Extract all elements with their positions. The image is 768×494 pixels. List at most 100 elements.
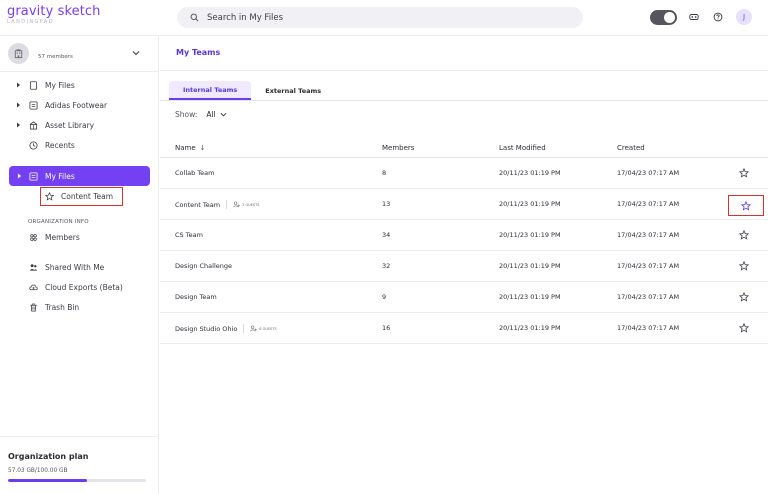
column-header-created[interactable]: Created [617,144,645,152]
sidebar-item-label: Content Team [61,192,114,201]
table-row[interactable]: Collab Team 8 20/11/23 01:19 PM 17/04/23 07… [160,158,768,189]
members-cell: 34 [382,231,391,239]
favorite-star-icon[interactable] [738,291,750,303]
sidebar-item-members[interactable]: Members [0,228,158,246]
members-cell: 13 [382,200,391,208]
chevron-down-icon[interactable] [132,49,140,57]
divider [160,100,768,101]
sidebar: 57 members My Files Adidas Footwear Asse… [0,36,159,494]
team-name: Design Studio Ohio [175,324,238,333]
team-name-cell[interactable]: Design Team [175,293,217,301]
created-cell: 17/04/23 07:17 AM [617,262,680,270]
app-logo[interactable]: gravity sketch LANDINGPAD [7,4,101,26]
sidebar-item-adidas-footwear[interactable]: Adidas Footwear [0,96,158,114]
sidebar-item-my-files[interactable]: My Files [0,76,158,94]
favorite-star-icon[interactable] [738,260,750,272]
tab-external-teams[interactable]: External Teams [251,81,335,100]
cloud-icon [29,283,38,292]
logo-subtitle: LANDINGPAD [7,19,54,25]
table-row[interactable]: CS Team 34 20/11/23 01:19 PM 17/04/23 07:17… [160,220,768,251]
members-icon [29,233,38,242]
storage-progress-fill [8,479,87,482]
org-members-count: 57 members [38,53,73,60]
plan-usage: 57.03 GB/100.00 GB [8,468,68,474]
team-name-cell[interactable]: Content Team 3 GUESTS [175,200,260,209]
team-name: Content Team [175,200,221,209]
last-modified-cell: 20/11/23 01:19 PM [499,200,561,208]
sidebar-item-shared-with-me[interactable]: Shared With Me [0,258,158,276]
help-icon[interactable] [711,10,725,24]
caret-right-icon[interactable] [16,122,21,128]
storage-progress-bar [8,479,146,482]
team-name-cell[interactable]: Design Challenge [175,262,232,270]
favorite-star-icon[interactable] [738,322,750,334]
team-name: CS Team [175,231,203,239]
favorite-star-icon[interactable] [728,195,764,216]
sidebar-item-cloud-exports[interactable]: Cloud Exports (Beta) [0,278,158,296]
vr-headset-icon[interactable] [687,10,701,24]
sidebar-item-label: Adidas Footwear [45,100,108,110]
team-files-icon [29,171,38,181]
sidebar-item-label: Asset Library [45,120,95,130]
sidebar-item-label: Members [45,232,80,242]
table-row[interactable]: Design Challenge 32 20/11/23 01:19 PM 17/04… [160,251,768,282]
table-row[interactable]: Design Team 9 20/11/23 01:19 PM 17/04/23 07… [160,282,768,313]
tab-internal-teams[interactable]: Internal Teams [169,81,252,100]
team-name-cell[interactable]: Collab Team [175,169,214,177]
shared-icon [29,263,38,272]
table-row[interactable]: Content Team 3 GUESTS 13 20/11/23 01:19 PM 1… [160,189,768,220]
divider [160,70,768,71]
sidebar-item-label: Cloud Exports (Beta) [45,282,123,292]
search-icon [190,13,199,22]
column-header-name[interactable]: Name ↓ [175,144,206,152]
team-name: Collab Team [175,169,215,177]
org-selector[interactable]: 57 members [0,36,158,72]
caret-right-icon[interactable] [17,173,22,179]
favorite-star-icon[interactable] [738,167,750,179]
separator [226,200,228,209]
sidebar-item-trash-bin[interactable]: Trash Bin [0,298,158,316]
sidebar-item-label: My Files [45,80,75,90]
caret-right-icon[interactable] [16,102,21,108]
last-modified-cell: 20/11/23 01:19 PM [499,324,561,332]
sidebar-item-recents[interactable]: Recents [0,136,158,154]
breadcrumb[interactable]: My Teams [176,48,220,57]
created-cell: 17/04/23 07:17 AM [617,293,680,301]
sidebar-item-label: Shared With Me [45,262,105,272]
sidebar-item-content-team[interactable]: Content Team [40,187,123,206]
sidebar-item-my-files-active[interactable]: My Files [9,166,150,186]
created-cell: 17/04/23 07:17 AM [617,169,680,177]
table-row[interactable]: Design Studio Ohio 6 GUESTS 16 20/11/23 01:… [160,313,768,344]
members-cell: 16 [382,324,391,332]
sort-down-icon[interactable]: ↓ [200,144,206,152]
team-name-cell[interactable]: Design Studio Ohio 6 GUESTS [175,324,277,333]
organization-plan: Organization plan 57.03 GB/100.00 GB [0,436,158,494]
sidebar-item-label: My Files [45,171,75,181]
members-cell: 9 [382,293,387,301]
sidebar-item-asset-library[interactable]: Asset Library [0,116,158,134]
caret-right-icon[interactable] [16,82,21,88]
theme-toggle[interactable] [650,10,677,25]
user-avatar[interactable]: J [736,9,752,25]
column-header-members[interactable]: Members [382,144,414,152]
guest-count-badge: 6 GUESTS [250,325,277,332]
team-name-cell[interactable]: CS Team [175,231,203,239]
team-name: Design Challenge [175,262,233,270]
created-cell: 17/04/23 07:17 AM [617,231,680,239]
library-icon [29,120,38,130]
last-modified-cell: 20/11/23 01:19 PM [499,262,561,270]
search-input[interactable] [207,12,547,23]
members-cell: 32 [382,262,391,270]
search-bar[interactable] [177,7,583,28]
show-value: All [206,110,216,119]
guest-icon [233,201,242,208]
team-tabs: Internal Teams External Teams [169,81,335,100]
clock-icon [29,140,38,150]
main-content: My Teams Internal Teams External Teams S… [160,36,768,494]
separator [243,324,245,333]
favorite-star-icon[interactable] [738,229,750,241]
show-filter[interactable]: Show: All [175,110,227,119]
logo-name: gravity sketch [7,4,101,19]
last-modified-cell: 20/11/23 01:19 PM [499,231,561,239]
column-header-last-modified[interactable]: Last Modified [499,144,546,152]
